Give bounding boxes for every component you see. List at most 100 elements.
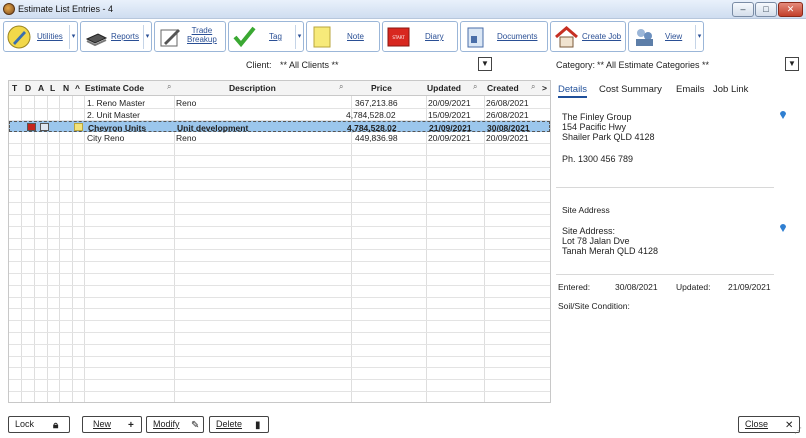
new-label: New xyxy=(93,419,112,429)
category-filter-label: Category: xyxy=(556,60,596,70)
header-updated[interactable]: Updated xyxy=(427,83,461,93)
client-filter-value[interactable]: ** All Clients ** xyxy=(280,60,339,70)
empty-row xyxy=(9,203,550,215)
trade-label-line1: Trade xyxy=(191,26,213,35)
window-title: Estimate List Entries - 4 xyxy=(18,4,114,14)
tab-job-link[interactable]: Job Link xyxy=(713,84,748,95)
diary-button[interactable]: START Diary xyxy=(382,21,458,52)
map-pin-icon[interactable] xyxy=(780,224,786,232)
empty-row xyxy=(9,144,550,156)
empty-row xyxy=(9,380,550,392)
close-button[interactable]: Close ✕ xyxy=(738,416,800,433)
maximize-button[interactable]: □ xyxy=(755,2,777,17)
empty-row xyxy=(9,227,550,239)
header-l[interactable]: L xyxy=(50,83,55,93)
updated-value: 21/09/2021 xyxy=(728,282,771,292)
create-job-button[interactable]: Create Job xyxy=(550,21,626,52)
empty-row xyxy=(9,191,550,204)
client-filter-label: Client: xyxy=(246,60,272,70)
note-icon xyxy=(313,26,331,48)
cell-updated: 21/09/2021 xyxy=(429,122,472,133)
cell-code: 1. Reno Master xyxy=(87,98,146,108)
utilities-icon xyxy=(7,25,31,49)
empty-row xyxy=(9,357,550,369)
house-icon xyxy=(555,26,578,48)
table-row[interactable]: 1. Reno Master Reno 367,213.86 20/09/202… xyxy=(9,97,550,109)
search-icon[interactable]: ⌕ xyxy=(339,82,343,92)
table-row[interactable]: City Reno Reno 449,836.98 20/09/2021 20/… xyxy=(9,132,550,145)
cell-price: 367,213.86 xyxy=(355,98,398,108)
reports-button[interactable]: Reports ▾ xyxy=(80,21,152,52)
cell-description: Reno xyxy=(176,133,197,144)
tab-cost-summary[interactable]: Cost Summary xyxy=(599,84,662,95)
view-button[interactable]: View ▾ xyxy=(628,21,704,52)
empty-row xyxy=(9,368,550,381)
chevron-down-icon[interactable]: ▾ xyxy=(143,25,151,49)
header-price[interactable]: Price xyxy=(371,83,392,93)
site-address-line2: Tanah Merah QLD 4128 xyxy=(562,246,659,256)
trade-label-line2: Breakup xyxy=(187,35,217,44)
empty-row xyxy=(9,168,550,180)
header-estimate-code[interactable]: Estimate Code xyxy=(85,83,144,93)
search-icon[interactable]: ⌕ xyxy=(473,82,477,92)
tag-button[interactable]: Tag ▾ xyxy=(228,21,304,52)
map-pin-icon[interactable] xyxy=(780,111,786,119)
cell-created: 30/08/2021 xyxy=(487,122,530,133)
cell-description: Reno xyxy=(176,98,197,108)
tab-emails[interactable]: Emails xyxy=(676,84,705,95)
search-icon[interactable]: ⌕ xyxy=(531,82,535,92)
close-window-button[interactable]: ✕ xyxy=(778,2,803,17)
chevron-down-icon[interactable]: ▾ xyxy=(295,25,303,49)
document-red-icon xyxy=(27,122,36,131)
header-a[interactable]: A xyxy=(38,83,44,93)
cell-price: 449,836.98 xyxy=(355,133,398,144)
empty-row xyxy=(9,309,550,322)
new-button[interactable]: New + xyxy=(82,416,142,433)
category-filter-value[interactable]: ** All Estimate Categories ** xyxy=(597,60,709,70)
entered-label: Entered: xyxy=(558,282,591,292)
chevron-down-icon[interactable]: ▾ xyxy=(69,25,77,49)
client-name: The Finley Group xyxy=(562,112,632,122)
site-address-line1: Lot 78 Jalan Dve xyxy=(562,236,630,246)
category-dropdown-button[interactable]: ▼ xyxy=(785,57,799,71)
cell-description: Unit development xyxy=(177,122,249,133)
header-t[interactable]: T xyxy=(12,83,17,93)
empty-row xyxy=(9,321,550,333)
note-button[interactable]: Note xyxy=(306,21,380,52)
cell-updated: 20/09/2021 xyxy=(428,133,471,144)
tab-details[interactable]: Details xyxy=(558,84,588,98)
empty-row xyxy=(9,180,550,192)
utilities-button[interactable]: Utilities ▾ xyxy=(3,21,78,52)
header-created[interactable]: Created xyxy=(487,83,519,93)
empty-row xyxy=(9,298,550,310)
close-label: Close xyxy=(745,419,769,429)
search-icon[interactable]: ⌕ xyxy=(167,82,171,92)
soil-condition-label: Soil/Site Condition: xyxy=(558,301,630,311)
people-icon xyxy=(636,29,653,46)
header-n[interactable]: N xyxy=(63,83,69,93)
header-d[interactable]: D xyxy=(25,83,31,93)
app-icon xyxy=(3,3,15,15)
cell-updated: 15/09/2021 xyxy=(428,109,471,120)
cell-created: 20/09/2021 xyxy=(486,133,529,144)
tag-label: Tag xyxy=(269,32,282,41)
trade-breakup-button[interactable]: Trade Breakup xyxy=(154,21,226,52)
resize-grip-icon[interactable]: ⋰ xyxy=(794,426,802,435)
table-row-selected[interactable]: Chevron Units Unit development 4,784,528… xyxy=(9,120,550,133)
view-label: View xyxy=(665,32,683,41)
note-label: Note xyxy=(347,32,364,41)
header-description[interactable]: Description xyxy=(229,83,276,93)
client-dropdown-button[interactable]: ▼ xyxy=(478,57,492,71)
modify-button[interactable]: Modify ✎ xyxy=(146,416,204,433)
table-row[interactable]: 2. Unit Master 4,784,528.02 15/09/2021 2… xyxy=(9,109,550,121)
minimize-button[interactable]: – xyxy=(732,2,754,17)
chevron-down-icon[interactable]: ▾ xyxy=(695,25,703,49)
documents-button[interactable]: Documents xyxy=(460,21,548,52)
utilities-label: Utilities xyxy=(37,32,63,41)
reports-label: Reports xyxy=(111,32,140,41)
lock-button[interactable]: Lock 🔒︎ xyxy=(8,416,70,433)
site-address-heading: Site Address xyxy=(562,205,610,215)
delete-button[interactable]: Delete ▮ xyxy=(209,416,269,433)
empty-row xyxy=(9,156,550,168)
scroll-right-icon[interactable]: > xyxy=(542,83,547,93)
